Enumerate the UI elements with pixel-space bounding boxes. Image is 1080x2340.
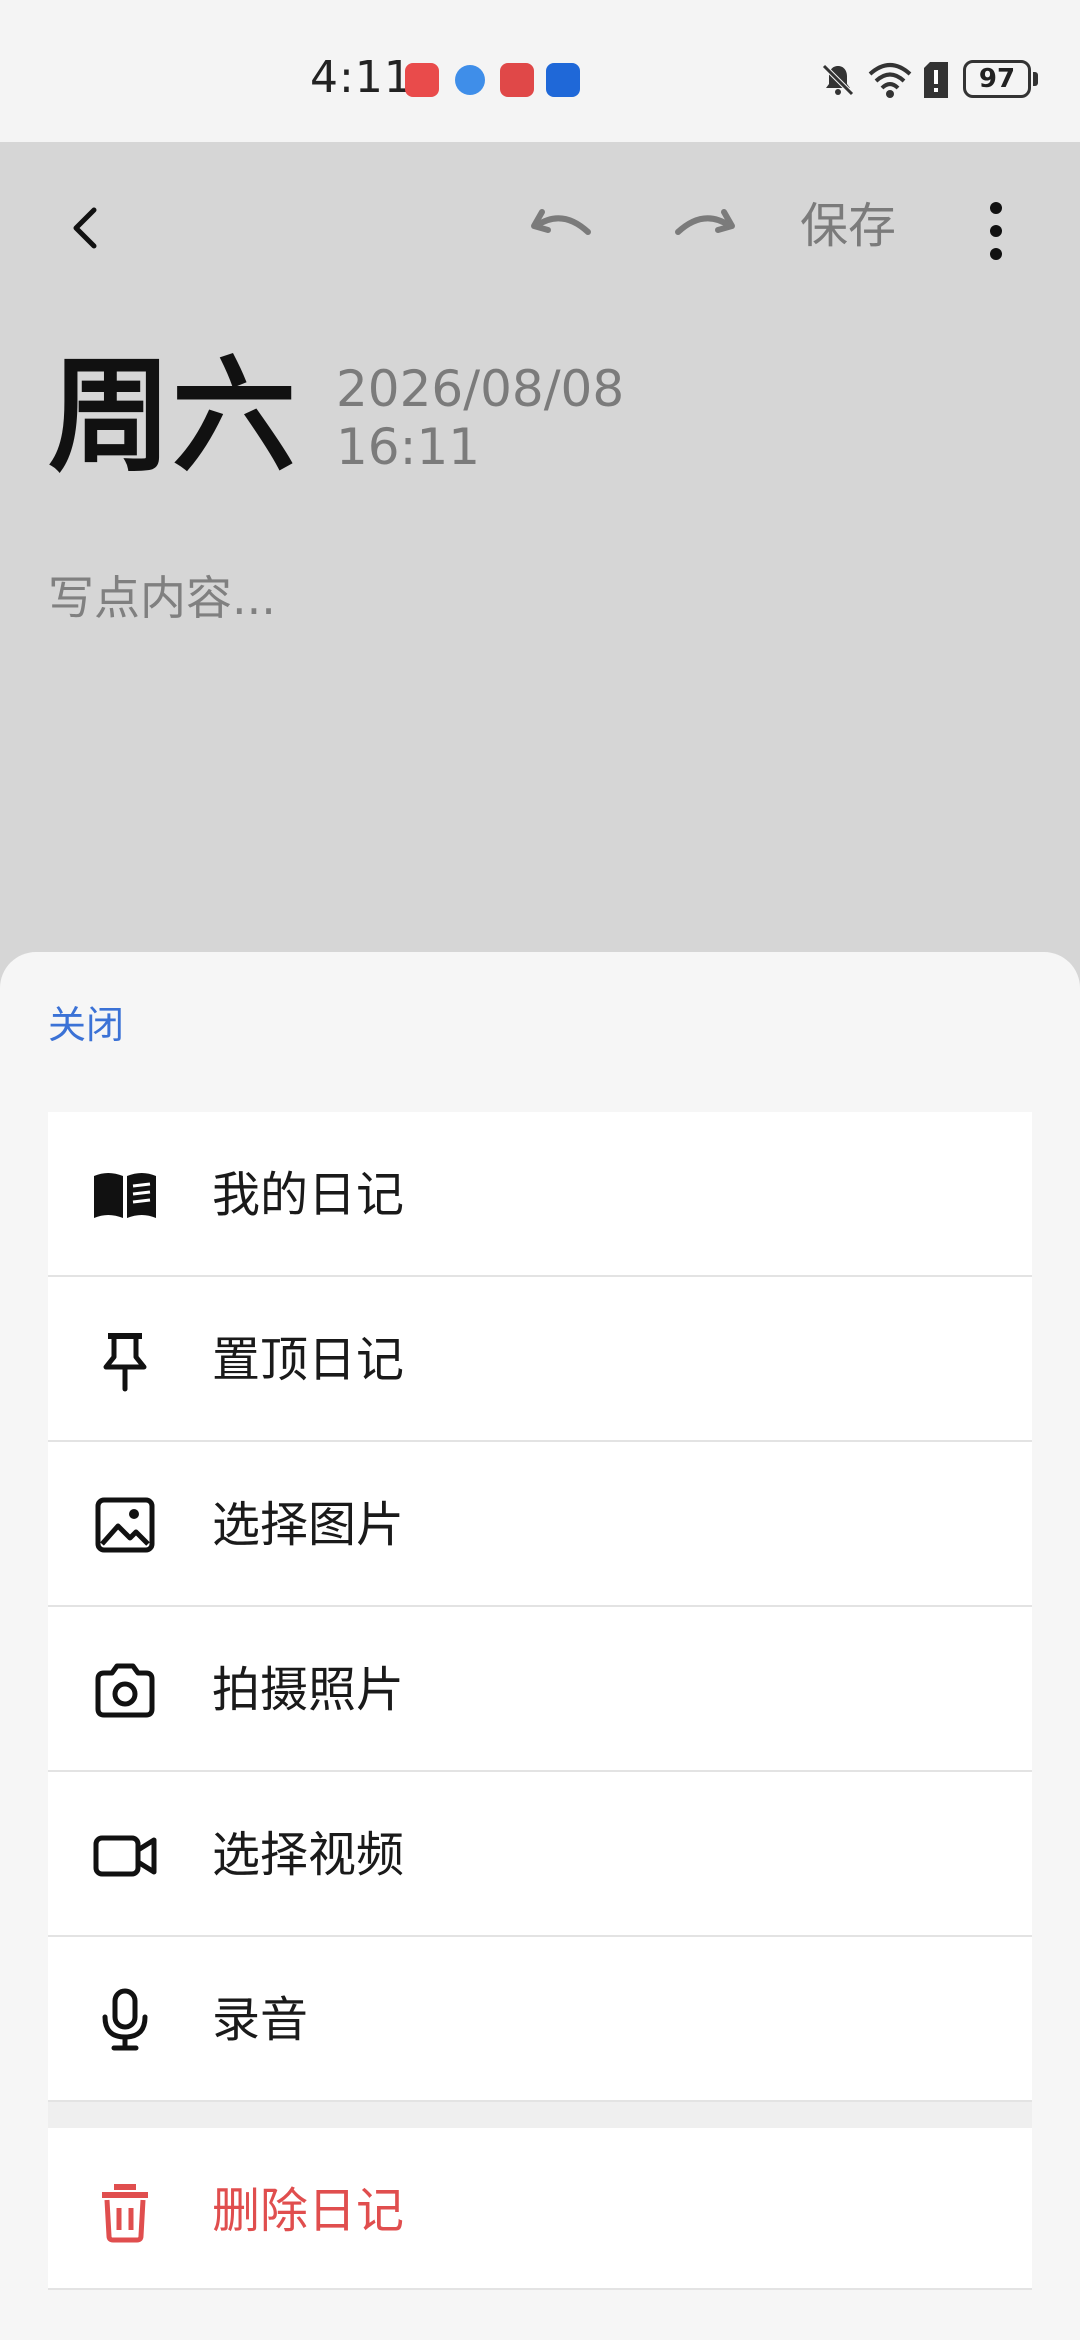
delete-diary-label: 删除日记 xyxy=(212,2183,405,2239)
microphone-icon xyxy=(102,1988,148,2051)
section-divider xyxy=(48,2102,1032,2128)
menu-item-my-diary[interactable]: 我的日记 xyxy=(48,1112,1032,1277)
redo-icon[interactable] xyxy=(672,202,738,252)
status-bar: 4:11 97 xyxy=(0,0,1080,142)
undo-icon[interactable] xyxy=(528,202,594,252)
wifi-icon xyxy=(868,63,912,98)
menu-item-pin-diary[interactable]: 置顶日记 xyxy=(48,1277,1032,1442)
more-options-icon[interactable] xyxy=(976,196,1016,266)
back-arrow-icon[interactable] xyxy=(58,198,118,258)
reader-icon xyxy=(500,63,534,97)
diary-date: 2026/08/08 xyxy=(336,360,625,418)
options-bottom-sheet: 关闭 我的日记 置顶日记 选择图片 拍摄照片 选择视频 录音 删除日记 xyxy=(0,952,1080,2340)
menu-item-label: 选择视频 xyxy=(212,1827,405,1883)
menu-item-select-video[interactable]: 选择视频 xyxy=(48,1772,1032,1937)
menu-item-label: 选择图片 xyxy=(212,1497,405,1553)
screen: 4:11 97 保存 周六 2026/08/08 16:11 写点内容... 关… xyxy=(0,0,1080,2340)
content-input[interactable]: 写点内容... xyxy=(48,568,276,628)
camera-icon xyxy=(95,1663,155,1718)
bell-muted-icon xyxy=(822,64,854,96)
menu-item-record-audio[interactable]: 录音 xyxy=(48,1937,1032,2102)
tips-icon xyxy=(546,63,580,97)
weekday-title: 周六 xyxy=(48,345,297,489)
pin-icon xyxy=(103,1333,147,1392)
menu-item-label: 置顶日记 xyxy=(212,1332,405,1388)
battery-tip xyxy=(1033,72,1038,86)
save-button[interactable]: 保存 xyxy=(800,190,896,262)
menu-item-label: 我的日记 xyxy=(212,1167,405,1223)
trash-icon xyxy=(102,2184,148,2243)
battery-indicator: 97 xyxy=(963,60,1031,98)
menu-item-label: 录音 xyxy=(212,1992,309,2048)
menu-item-select-image[interactable]: 选择图片 xyxy=(48,1442,1032,1607)
image-icon xyxy=(95,1497,155,1553)
huawei-appgallery-icon xyxy=(405,63,439,97)
browser-icon xyxy=(455,65,485,95)
menu-item-take-photo[interactable]: 拍摄照片 xyxy=(48,1607,1032,1772)
delete-diary-button[interactable]: 删除日记 xyxy=(48,2128,1032,2290)
sim-alert-icon xyxy=(924,62,948,98)
book-icon xyxy=(94,1173,156,1218)
diary-time: 16:11 xyxy=(336,418,481,476)
video-icon xyxy=(93,1835,157,1877)
options-menu: 我的日记 置顶日记 选择图片 拍摄照片 选择视频 录音 删除日记 xyxy=(48,1112,1032,2290)
diary-editor: 保存 周六 2026/08/08 16:11 写点内容... xyxy=(0,142,1080,952)
menu-item-label: 拍摄照片 xyxy=(212,1662,405,1718)
status-time: 4:11 xyxy=(310,52,413,103)
close-button[interactable]: 关闭 xyxy=(48,1000,124,1050)
